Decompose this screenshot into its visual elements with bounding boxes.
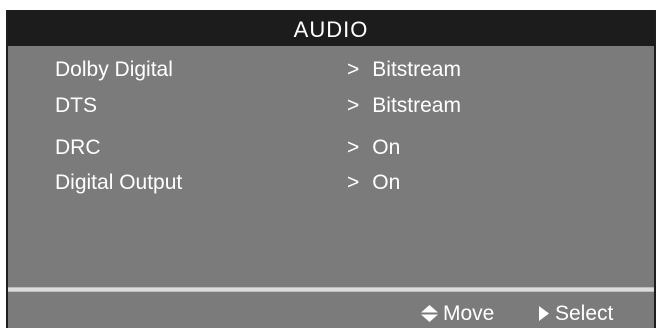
menu-item-value: > On bbox=[347, 165, 400, 201]
menu-item-digital-output[interactable]: Digital Output > On bbox=[8, 165, 654, 201]
select-hint-label: Select bbox=[555, 302, 614, 325]
menu-item-label: Digital Output bbox=[55, 171, 183, 194]
arrow-indicator: > bbox=[347, 58, 360, 81]
footer-separator bbox=[8, 287, 654, 292]
footer-hints: Move Select bbox=[8, 299, 654, 328]
up-down-arrows-icon bbox=[421, 305, 438, 322]
menu-item-value: > On bbox=[347, 130, 400, 166]
menu-item-drc[interactable]: DRC > On bbox=[8, 130, 654, 166]
menu-item-dts[interactable]: DTS > Bitstream bbox=[8, 88, 654, 124]
menu-item-dolby-digital[interactable]: Dolby Digital > Bitstream bbox=[8, 52, 654, 88]
select-hint: Select bbox=[538, 299, 613, 328]
menu-item-value: > Bitstream bbox=[347, 88, 461, 124]
menu-item-value-text: On bbox=[372, 136, 401, 159]
menu-item-label: DTS bbox=[55, 94, 97, 117]
menu-item-label: Dolby Digital bbox=[55, 58, 173, 81]
menu-item-value-text: On bbox=[372, 171, 401, 194]
menu-item-value: > Bitstream bbox=[347, 52, 461, 88]
move-hint-label: Move bbox=[443, 302, 495, 325]
menu-item-value-text: Bitstream bbox=[372, 94, 461, 117]
arrow-indicator: > bbox=[347, 171, 360, 194]
audio-menu-panel: AUDIO Dolby Digital > Bitstream DTS > Bits… bbox=[6, 10, 656, 328]
menu-title: AUDIO bbox=[8, 10, 654, 46]
menu-item-value-text: Bitstream bbox=[372, 58, 461, 81]
menu-item-label: DRC bbox=[55, 136, 101, 159]
arrow-indicator: > bbox=[347, 94, 360, 117]
move-hint: Move bbox=[421, 299, 494, 328]
arrow-indicator: > bbox=[347, 136, 360, 159]
right-triangle-icon bbox=[539, 306, 549, 321]
